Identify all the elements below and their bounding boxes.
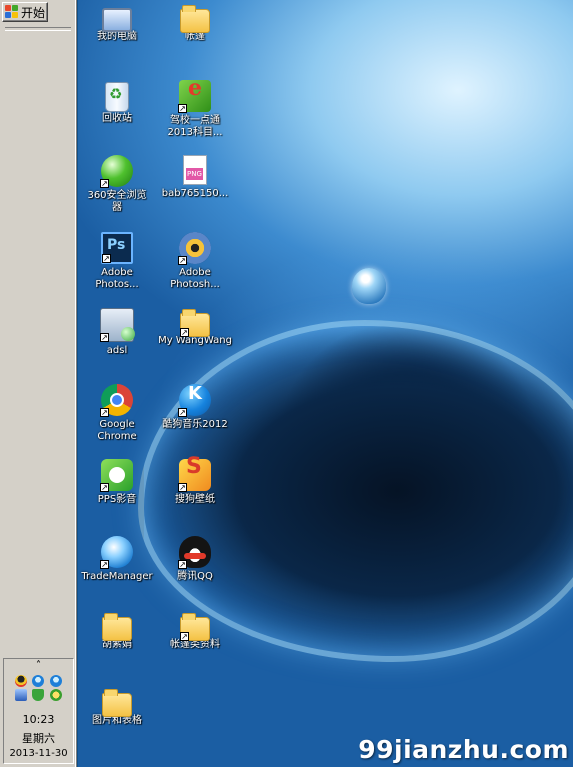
shortcut-arrow-icon: ↗: [178, 104, 187, 113]
folder-icon: ↗: [180, 613, 210, 641]
desktop-icon-360-browser[interactable]: ↗ 360安全浏览 器: [78, 155, 156, 214]
desktop-icon-folder[interactable]: 胡紫娟: [78, 612, 156, 651]
desktop-icon-label: 腾讯QQ: [177, 571, 213, 582]
desktop-icon-trademanager[interactable]: ↗ TradeManager: [78, 536, 156, 583]
clock-time[interactable]: 10:23: [4, 713, 73, 726]
clock-date: 2013-11-30: [9, 748, 68, 759]
qq-icon: ↗: [178, 536, 211, 569]
shortcut-arrow-icon: ↗: [178, 256, 187, 265]
desktop-icon-tencent-qq[interactable]: ↗ 腾讯QQ: [156, 536, 234, 583]
desktop-icon-label: Google Chrome: [97, 419, 137, 442]
driving-school-icon: ↗: [178, 80, 211, 113]
shortcut-arrow-icon: ↗: [178, 408, 187, 417]
shortcut-arrow-icon: ↗: [180, 328, 189, 337]
desktop-icon-tent-materials[interactable]: ↗ 帐篷类资料: [156, 612, 234, 651]
computer-icon: [102, 8, 132, 32]
desktop-icon-sogou-wallpaper[interactable]: ↗ 搜狗壁纸: [156, 459, 234, 506]
clock-weekday: 星期六: [22, 732, 55, 745]
desktop-icon-label: Adobe Photos...: [95, 267, 139, 290]
folder-icon: ↗: [180, 309, 210, 337]
desktop-icon-label: 我的电脑: [97, 31, 137, 42]
shortcut-arrow-icon: ↗: [180, 632, 189, 641]
wallpaper-water-droplet: [352, 268, 386, 304]
watermark: 99jianzhu.com: [358, 735, 569, 764]
qq-icon[interactable]: [14, 675, 27, 687]
photoshop-icon: ↗: [101, 232, 133, 264]
kugou-icon: ↗: [178, 384, 211, 417]
chevron-up-icon[interactable]: ˄: [4, 660, 73, 671]
update-icon[interactable]: [49, 689, 62, 701]
desktop-icon-google-chrome[interactable]: ↗ Google Chrome: [78, 384, 156, 443]
desktop-icon-adobe-photoshop[interactable]: ↗ Adobe Photos...: [78, 232, 156, 291]
desktop-icon-kugou[interactable]: ↗ 酷狗音乐2012: [156, 384, 234, 431]
tray-icons: [10, 674, 66, 702]
recycle-bin-icon: [105, 82, 129, 112]
desktop-icon-my-computer[interactable]: 我的电脑: [78, 4, 156, 43]
folder-icon: [102, 613, 132, 641]
desktop-icon-label: 酷狗音乐2012: [162, 419, 228, 430]
security-shield-icon[interactable]: [32, 689, 44, 701]
desktop-icon-label: PPS影音: [97, 494, 137, 505]
start-button[interactable]: 开始: [2, 2, 48, 22]
desktop-icon-label: Adobe Photosh...: [170, 267, 220, 290]
windows-logo-icon: [5, 5, 19, 19]
desktop-icon-label: adsl: [106, 345, 128, 356]
network-icon[interactable]: [14, 689, 27, 701]
network-connection-icon: ↗: [100, 308, 135, 342]
desktop-icon-pps[interactable]: ↗ PPS影音: [78, 459, 156, 506]
system-tray: ˄ 10:23 星期六 2013-11-30: [3, 658, 74, 764]
desktop[interactable]: 我的电脑 回收站 ↗ 360安全浏览 器 ↗ Adobe Photos... ↗…: [78, 0, 573, 767]
png-file-icon: [183, 155, 207, 185]
shortcut-arrow-icon: ↗: [102, 254, 111, 263]
shortcut-arrow-icon: ↗: [100, 483, 109, 492]
desktop-icon-recycle-bin[interactable]: 回收站: [78, 80, 156, 125]
pps-icon: ↗: [100, 459, 133, 492]
sogou-wallpaper-icon: ↗: [178, 459, 211, 492]
folder-icon: [180, 5, 210, 33]
desktop-icon-label: TradeManager: [81, 571, 153, 582]
shortcut-arrow-icon: ↗: [178, 483, 187, 492]
desktop-icon-my-wangwang[interactable]: ↗ My WangWang: [156, 308, 234, 347]
shortcut-arrow-icon: ↗: [178, 560, 187, 569]
start-button-label: 开始: [21, 5, 46, 20]
desktop-icon-driving-school[interactable]: ↗ 驾校一点通 2013科目...: [156, 80, 234, 139]
trademanager-icon: ↗: [100, 536, 133, 569]
desktop-icon-label: 360安全浏览 器: [87, 190, 147, 213]
shortcut-arrow-icon: ↗: [100, 560, 109, 569]
taskbar-separator: [5, 27, 71, 31]
desktop-icon-folder[interactable]: 图片和表格: [78, 688, 156, 727]
wangwang-icon[interactable]: [49, 675, 62, 687]
shortcut-arrow-icon: ↗: [100, 408, 109, 417]
desktop-icon-adsl[interactable]: ↗ adsl: [78, 308, 156, 357]
desktop-icon-folder[interactable]: 帐篷: [156, 4, 234, 43]
360-browser-icon: ↗: [100, 155, 133, 188]
desktop-icon-label: 驾校一点通 2013科目...: [167, 115, 223, 138]
folder-icon: [102, 689, 132, 717]
wangwang-icon[interactable]: [32, 675, 44, 687]
desktop-icon-label: bab765150...: [161, 188, 229, 199]
desktop-icon-adobe-photoshop-2[interactable]: ↗ Adobe Photosh...: [156, 232, 234, 291]
taskbar: 开始 ˄ 10:23 星期六 2013-11-30: [0, 0, 77, 767]
desktop-icon-label: 回收站: [102, 113, 132, 124]
photoshop-cd-icon: ↗: [178, 232, 211, 265]
desktop-icon-png-file[interactable]: bab765150...: [156, 155, 234, 200]
shortcut-arrow-icon: ↗: [100, 179, 109, 188]
desktop-icon-label: 搜狗壁纸: [175, 494, 215, 505]
shortcut-arrow-icon: ↗: [100, 333, 109, 342]
chrome-icon: ↗: [100, 384, 133, 417]
